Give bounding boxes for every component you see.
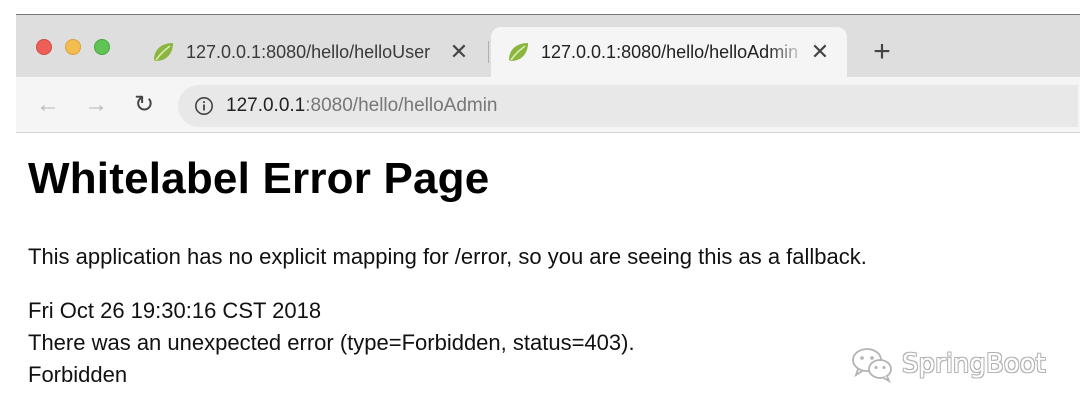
address-bar[interactable]: 127.0.0.1:8080/hello/helloAdmin [178, 85, 1078, 127]
watermark: SpringBoot [850, 344, 1046, 384]
tab-separator [488, 41, 489, 63]
intro-text: This application has no explicit mapping… [28, 244, 867, 269]
tab-close-icon[interactable]: ✕ [807, 39, 833, 65]
forward-arrow-icon[interactable]: → [82, 91, 110, 119]
watermark-text: SpringBoot [902, 349, 1046, 379]
browser-toolbar: ← → ↻ 127.0.0.1:8080/hello/helloAdmin [16, 77, 1080, 133]
tab-hello-user[interactable]: 127.0.0.1:8080/hello/helloUser ✕ [136, 27, 486, 77]
tab-close-icon[interactable]: ✕ [446, 39, 472, 65]
tab-title: 127.0.0.1:8080/hello/helloUser [186, 41, 431, 62]
url-text[interactable]: 127.0.0.1:8080/hello/helloAdmin [226, 95, 498, 117]
spring-leaf-icon [154, 43, 173, 61]
site-info-icon[interactable] [194, 96, 214, 116]
wechat-icon [852, 348, 892, 383]
spring-leaf-icon [509, 43, 528, 61]
error-timestamp: Fri Oct 26 19:30:16 CST 2018 [28, 298, 322, 323]
maximize-window-button[interactable] [94, 39, 110, 55]
back-arrow-icon[interactable]: ← [34, 91, 62, 119]
reload-icon[interactable]: ↻ [130, 91, 158, 119]
url-path: :8080/hello/helloAdmin [305, 95, 498, 116]
tab-strip: 127.0.0.1:8080/hello/helloUser ✕ 127.0.0… [16, 15, 1080, 77]
close-window-button[interactable] [36, 39, 52, 55]
tab-title: 127.0.0.1:8080/hello/helloAdmin [541, 41, 799, 62]
page-title: Whitelabel Error Page [28, 154, 490, 203]
minimize-window-button[interactable] [65, 39, 81, 55]
new-tab-button[interactable]: + [868, 37, 896, 67]
tab-hello-admin[interactable]: 127.0.0.1:8080/hello/helloAdmin ✕ [491, 27, 847, 77]
url-host: 127.0.0.1 [226, 95, 306, 116]
